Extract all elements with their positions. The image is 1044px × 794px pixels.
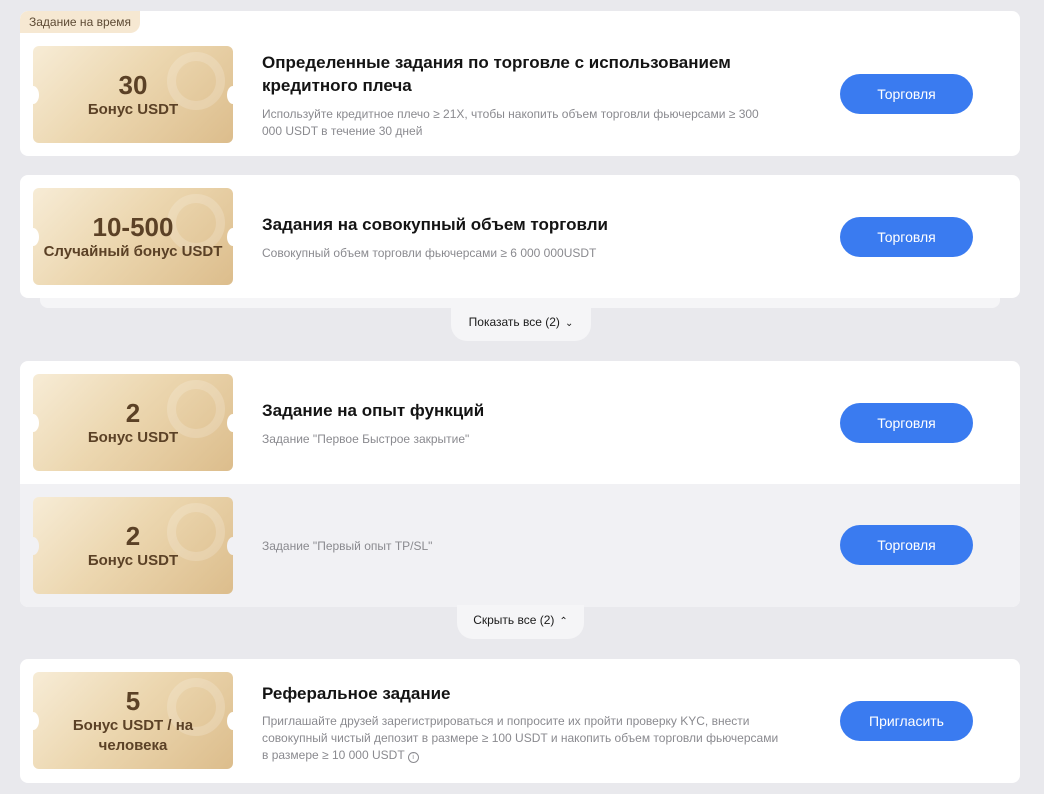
task-title: Реферальное задание (262, 684, 451, 703)
hide-all-toggle[interactable]: Скрыть все (2) ⌃ (457, 605, 584, 639)
show-all-label: Показать все (2) (468, 315, 560, 329)
coupon-unit: Бонус USDT (87, 551, 179, 569)
trade-button[interactable]: Торговля (840, 403, 973, 443)
coupon-amount: 5 (125, 685, 141, 716)
coupon-amount: 30 (118, 69, 148, 100)
task-card-leverage: Задание на время 30 Бонус USDT Определен… (20, 11, 1020, 156)
bonus-coupon: 2 Бонус USDT (33, 374, 233, 471)
task-row-quick-close: 2 Бонус USDT Задание на опыт функций Зад… (20, 361, 1020, 484)
task-description: Задание "Первое Быстрое закрытие" (262, 432, 470, 446)
info-icon[interactable]: i (407, 752, 419, 763)
coupon-unit: Случайный бонус USDT (43, 242, 223, 260)
trade-button[interactable]: Торговля (840, 217, 973, 257)
timed-task-badge: Задание на время (20, 11, 141, 33)
trade-button[interactable]: Торговля (840, 525, 973, 565)
chevron-down-icon: ⌄ (564, 318, 574, 329)
coupon-amount: 2 (125, 520, 141, 551)
coupon-unit: Бонус USDT (87, 428, 179, 446)
task-description: Используйте кредитное плечо ≥ 21X, чтобы… (262, 107, 759, 138)
task-description: Совокупный объем торговли фьючерсами ≥ 6… (262, 246, 597, 260)
invite-button[interactable]: Пригласить (840, 701, 973, 741)
task-card-referral: 5 Бонус USDT / на человека Реферальное з… (20, 659, 1020, 783)
referral-description-text: Приглашайте друзей зарегистрироваться и … (262, 714, 779, 762)
bonus-coupon: 10-500 Случайный бонус USDT (33, 188, 233, 285)
coupon-unit: Бонус USDT (87, 100, 179, 118)
coupon-amount: 10-500 (92, 211, 174, 242)
coupon-unit: Бонус USDT / на человека (72, 716, 194, 754)
bonus-coupon: 30 Бонус USDT (33, 46, 233, 143)
trade-button[interactable]: Торговля (840, 74, 973, 114)
task-description: Задание "Первый опыт TP/SL" (262, 539, 433, 553)
bonus-coupon: 5 Бонус USDT / на человека (33, 672, 233, 769)
task-row-tp-sl: 2 Бонус USDT Задание "Первый опыт TP/SL"… (20, 484, 1020, 607)
task-card-feature-experience: 2 Бонус USDT Задание на опыт функций Зад… (20, 361, 1020, 607)
task-title: Задание на опыт функций (262, 401, 485, 420)
hide-all-label: Скрыть все (2) (473, 613, 555, 627)
task-card-cumulative-volume: 10-500 Случайный бонус USDT Задания на с… (20, 175, 1020, 298)
chevron-up-icon: ⌃ (559, 616, 568, 627)
bonus-coupon: 2 Бонус USDT (33, 497, 233, 594)
coupon-amount: 2 (125, 397, 141, 428)
task-title: Определенные задания по торговле с испол… (262, 53, 731, 95)
task-title: Задания на совокупный объем торговли (262, 215, 608, 234)
task-description: Приглашайте друзей зарегистрироваться и … (262, 713, 782, 764)
show-all-toggle[interactable]: Показать все (2) ⌄ (451, 307, 591, 341)
